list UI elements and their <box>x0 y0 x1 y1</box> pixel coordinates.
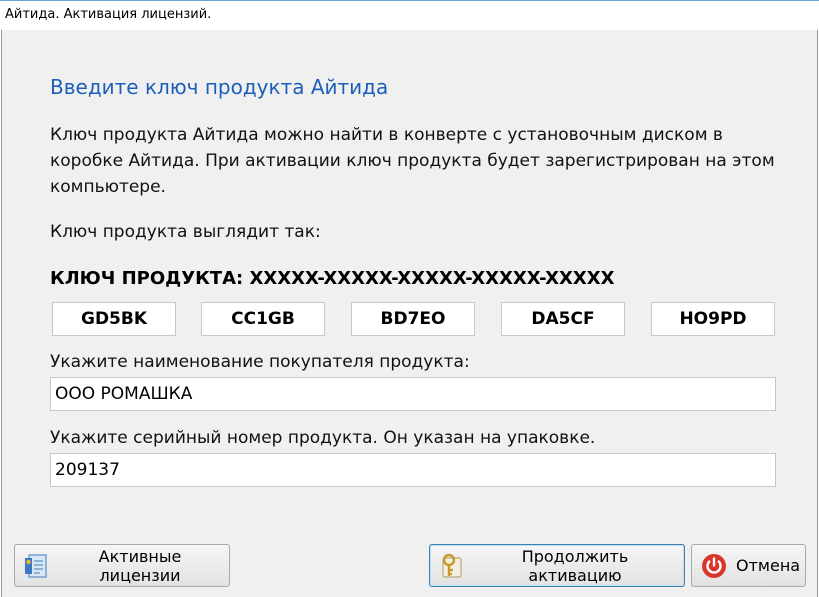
description-text: Ключ продукта Айтида можно найти в конве… <box>50 125 775 197</box>
buyer-label: Укажите наименование покупателя продукта… <box>50 352 470 372</box>
power-off-icon <box>700 552 728 580</box>
window-title: Айтида. Активация лицензий. <box>5 7 212 22</box>
key-part-2[interactable]: CC1GB <box>201 302 325 336</box>
serial-label: Укажите серийный номер продукта. Он указ… <box>50 428 596 448</box>
key-part-5[interactable]: HO9PD <box>651 302 775 336</box>
active-licenses-label: Активные лицензии <box>98 546 182 585</box>
key-part-4[interactable]: DA5CF <box>501 302 625 336</box>
key-format-text: КЛЮЧ ПРОДУКТА: XXXXX-XXXXX-XXXXX-XXXXX-X… <box>50 268 615 289</box>
key-certificate-icon <box>438 552 466 580</box>
continue-activation-label: Продолжить активацию <box>521 546 629 585</box>
cancel-button[interactable]: Отмена <box>691 544 806 587</box>
key-example-label: Ключ продукта выглядит так: <box>50 222 321 242</box>
buyer-input[interactable] <box>50 377 776 411</box>
window-titlebar[interactable]: Айтида. Активация лицензий. <box>0 0 819 30</box>
key-part-1[interactable]: GD5BK <box>52 302 176 336</box>
key-part-3[interactable]: BD7EO <box>351 302 475 336</box>
active-licenses-button[interactable]: Активные лицензии <box>14 544 230 587</box>
cancel-label: Отмена <box>736 556 801 575</box>
license-document-icon <box>23 552 51 580</box>
continue-activation-button[interactable]: Продолжить активацию <box>429 544 685 587</box>
page-title: Введите ключ продукта Айтида <box>50 75 389 99</box>
serial-input[interactable] <box>50 453 776 487</box>
